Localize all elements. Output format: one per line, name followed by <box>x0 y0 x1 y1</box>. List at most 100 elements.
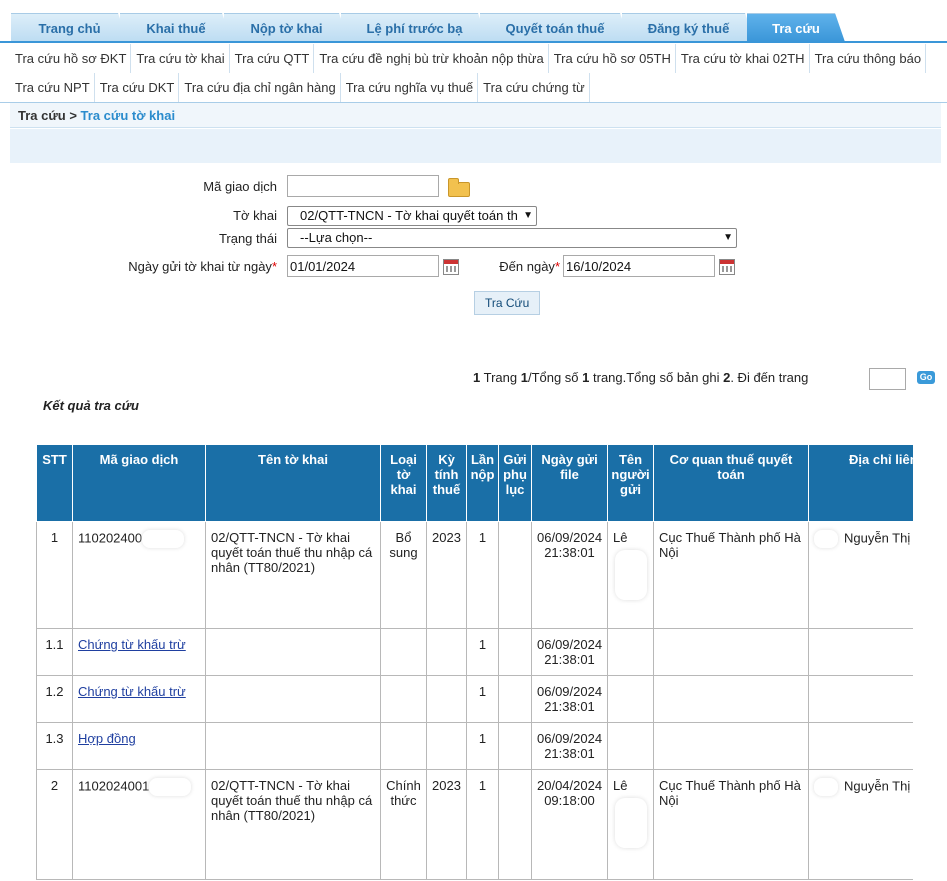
tab-nop-to-khai[interactable]: Nộp tờ khai <box>224 13 349 42</box>
submenu-tra-cuu-npt[interactable]: Tra cứu NPT <box>10 73 95 102</box>
redacted-mask <box>149 778 192 796</box>
chung-tu-khau-tru-link[interactable]: Chứng từ khấu trừ <box>78 684 186 699</box>
pager-text-2: /Tổng số <box>527 370 583 385</box>
tab-le-phi-truoc-ba[interactable]: Lệ phí trước bạ <box>341 13 488 42</box>
go-button[interactable]: Go <box>917 371 935 384</box>
redacted-mask <box>142 530 185 548</box>
cell-empty <box>607 628 654 676</box>
table-row: 1.2 Chứng từ khấu trừ 1 06/09/2024 21:38… <box>36 675 913 723</box>
main-nav: Trang chủ Khai thuế Nộp tờ khai Lệ phí t… <box>0 0 947 43</box>
tra-cuu-button[interactable]: Tra Cứu <box>474 291 541 315</box>
table-row: 1.3 Hợp đồng 1 06/09/2024 21:38:01 <box>36 722 913 770</box>
col-header-ky-tinh-thue[interactable]: Kỳ tính thuế <box>426 444 467 522</box>
submenu-tra-cuu-dia-chi-ngan-hang[interactable]: Tra cứu địa chỉ ngân hàng <box>179 73 341 102</box>
col-header-lan-nop[interactable]: Lần nộp <box>466 444 499 522</box>
sub-menu: Tra cứu hồ sơ ĐKT Tra cứu tờ khai Tra cứ… <box>0 44 947 102</box>
cell-ten-to-khai: 02/QTT-TNCN - Tờ khai quyết toán thuế th… <box>205 521 381 629</box>
sub-menu-row-2: Tra cứu NPT Tra cứu DKT Tra cứu địa chỉ … <box>10 73 590 102</box>
table-header-row: STT Mã giao dịch Tên tờ khai Loại tờ kha… <box>36 444 913 522</box>
breadcrumb-root[interactable]: Tra cứu <box>18 108 66 123</box>
submenu-tra-cuu-bu-tru[interactable]: Tra cứu đề nghị bù trừ khoản nộp thừa <box>314 44 549 73</box>
col-header-ten-to-khai[interactable]: Tên tờ khai <box>205 444 381 522</box>
current-page-number[interactable]: 1 <box>473 370 480 385</box>
pager-text-1: Trang <box>483 370 521 385</box>
tab-khai-thue[interactable]: Khai thuế <box>120 13 232 42</box>
tab-trang-chu[interactable]: Trang chủ <box>11 13 128 42</box>
table-row: 1.1 Chứng từ khấu trừ 1 06/09/2024 21:38… <box>36 628 913 676</box>
sub-menu-row-1: Tra cứu hồ sơ ĐKT Tra cứu tờ khai Tra cứ… <box>10 44 927 73</box>
calendar-icon[interactable] <box>443 259 459 275</box>
cell-empty <box>380 675 427 723</box>
ma-giao-dich-text: 110202400 <box>78 530 143 546</box>
col-header-co-quan-thue[interactable]: Cơ quan thuế quyết toán <box>653 444 809 522</box>
submenu-tra-cuu-to-khai[interactable]: Tra cứu tờ khai <box>131 44 230 73</box>
redacted-mask <box>814 530 838 548</box>
submenu-tra-cuu-ho-so-05th[interactable]: Tra cứu hồ sơ 05TH <box>549 44 676 73</box>
col-header-ten-nguoi-gui[interactable]: Tên người gửi <box>607 444 654 522</box>
submenu-tra-cuu-nghia-vu-thue[interactable]: Tra cứu nghĩa vụ thuế <box>341 73 479 102</box>
col-header-ngay-gui-file[interactable]: Ngày gửi file <box>531 444 608 522</box>
cell-lan-nop: 1 <box>466 769 499 880</box>
cell-link: Hợp đồng <box>72 722 206 770</box>
tu-ngay-input[interactable] <box>287 255 439 277</box>
den-ngay-label-text: Đến ngày <box>499 259 555 274</box>
goto-page-input[interactable] <box>869 368 906 390</box>
cell-empty <box>380 722 427 770</box>
cell-empty <box>808 722 913 770</box>
cell-nguoi-gui: Lê <box>607 521 654 629</box>
cell-co-quan-thue: Cục Thuế Thành phố Hà Nội <box>653 769 809 880</box>
cell-stt: 2 <box>36 769 73 880</box>
redacted-mask <box>615 550 647 600</box>
cell-ma-giao-dich: 110202400 <box>72 521 206 629</box>
col-header-dia-chi[interactable]: Địa chỉ liên <box>808 444 913 522</box>
cell-ngay-gui: 20/04/2024 09:18:00 <box>531 769 608 880</box>
ma-giao-dich-input[interactable] <box>287 175 439 197</box>
trang-thai-select[interactable]: --Lựa chọn-- ▼ <box>287 228 737 248</box>
folder-icon[interactable] <box>448 178 470 197</box>
nguoi-gui-text: Lê <box>613 778 628 793</box>
submenu-tra-cuu-ho-so-dkt[interactable]: Tra cứu hồ sơ ĐKT <box>10 44 132 73</box>
cell-link: Chứng từ khấu trừ <box>72 628 206 676</box>
cell-nguoi-gui: Lê <box>607 769 654 880</box>
submenu-tra-cuu-qtt[interactable]: Tra cứu QTT <box>230 44 315 73</box>
tu-ngay-label-text: Ngày gửi tờ khai từ ngày <box>128 259 272 274</box>
cell-empty <box>426 722 467 770</box>
cell-empty <box>426 628 467 676</box>
chevron-down-icon: ▼ <box>523 210 533 221</box>
den-ngay-input[interactable] <box>563 255 715 277</box>
chung-tu-khau-tru-link[interactable]: Chứng từ khấu trừ <box>78 637 186 652</box>
col-header-loai-to-khai[interactable]: Loại tờ khai <box>380 444 427 522</box>
cell-empty <box>205 675 381 723</box>
results-table: STT Mã giao dịch Tên tờ khai Loại tờ kha… <box>36 444 913 880</box>
submenu-tra-cuu-chung-tu[interactable]: Tra cứu chứng từ <box>478 73 590 102</box>
tab-dang-ky-thue[interactable]: Đăng ký thuế <box>622 13 755 42</box>
cell-dia-chi: Nguyễn Thị <box>808 521 913 629</box>
redacted-mask <box>814 778 838 796</box>
cell-phu-luc <box>498 521 532 629</box>
cell-ma-giao-dich: 1102024001 <box>72 769 206 880</box>
col-header-ma-giao-dich[interactable]: Mã giao dịch <box>72 444 206 522</box>
tab-underline <box>0 41 947 43</box>
tab-tra-cuu[interactable]: Tra cứu <box>747 13 845 42</box>
col-header-gui-phu-luc[interactable]: Gửi phụ lục <box>498 444 532 522</box>
breadcrumb-current: Tra cứu tờ khai <box>80 108 176 123</box>
dia-chi-text: Nguyễn Thị <box>844 530 911 546</box>
hop-dong-link[interactable]: Hợp đồng <box>78 731 136 746</box>
calendar-icon[interactable] <box>719 259 735 275</box>
pager-page: 1 <box>520 370 528 385</box>
submenu-tra-cuu-dkt[interactable]: Tra cứu DKT <box>95 73 180 102</box>
submenu-tra-cuu-thong-bao[interactable]: Tra cứu thông báo <box>810 44 927 73</box>
cell-lan-nop: 1 <box>466 722 499 770</box>
cell-empty <box>498 628 532 676</box>
cell-ten-to-khai: 02/QTT-TNCN - Tờ khai quyết toán thuế th… <box>205 769 381 880</box>
to-khai-select[interactable]: 02/QTT-TNCN - Tờ khai quyết toán th ▼ <box>287 206 537 226</box>
den-ngay-label: Đến ngày* <box>470 259 560 274</box>
col-header-stt[interactable]: STT <box>36 444 73 522</box>
pager-text-4: . Đi đến trang <box>730 370 809 385</box>
tab-quyet-toan-thue[interactable]: Quyết toán thuế <box>480 13 630 42</box>
cell-loai: Bổ sung <box>380 521 427 629</box>
cell-lan-nop: 1 <box>466 628 499 676</box>
trang-thai-selected-value: --Lựa chọn-- <box>300 230 373 245</box>
submenu-tra-cuu-to-khai-02th[interactable]: Tra cứu tờ khai 02TH <box>676 44 810 73</box>
cell-loai: Chính thức <box>380 769 427 880</box>
